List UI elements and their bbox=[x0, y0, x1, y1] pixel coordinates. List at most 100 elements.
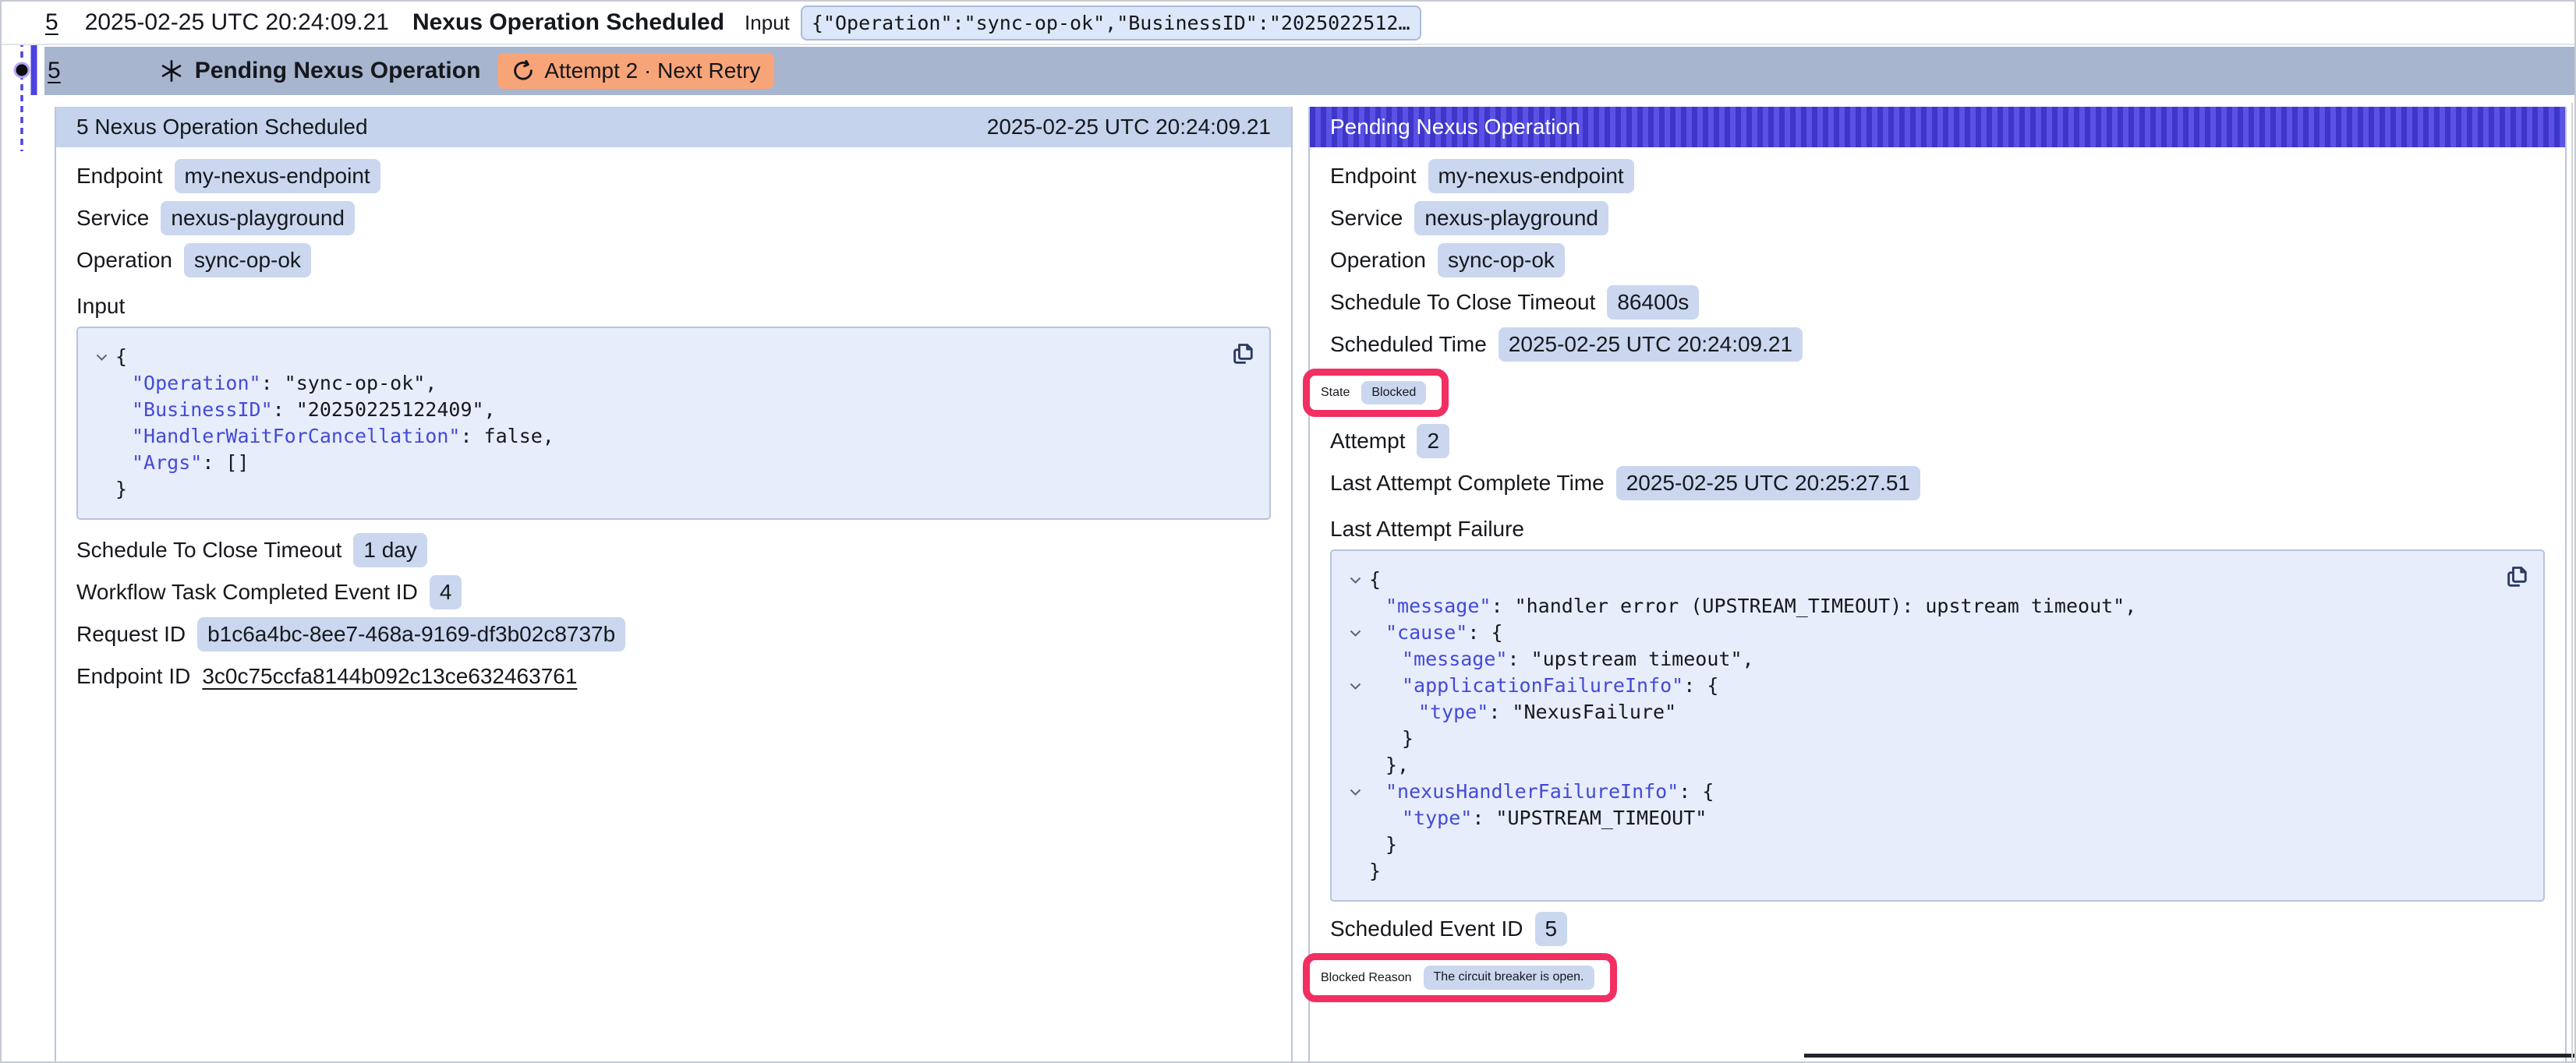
json-line: "type": "UPSTREAM_TIMEOUT" bbox=[1341, 805, 2496, 832]
json-line: "applicationFailureInfo": { bbox=[1341, 673, 2496, 699]
json-line-content: "BusinessID": "20250225122409", bbox=[115, 397, 496, 423]
field-value-operation: sync-op-ok bbox=[184, 243, 311, 277]
field-label-attempt: Attempt bbox=[1330, 429, 1405, 454]
event-input-preview-badge: {"Operation":"sync-op-ok","BusinessID":"… bbox=[801, 5, 1421, 41]
collapse-chevron-icon[interactable] bbox=[1341, 779, 1369, 805]
chevron-spacer bbox=[87, 476, 115, 503]
json-line: "nexusHandlerFailureInfo": { bbox=[1341, 779, 2496, 805]
field-row-operation: Operationsync-op-ok bbox=[76, 242, 1271, 278]
field-label-state: State bbox=[1321, 386, 1350, 400]
json-line: { bbox=[1341, 567, 2496, 593]
window-bottom-edge bbox=[1804, 1054, 2574, 1058]
json-line-content: "Args": [] bbox=[115, 450, 249, 476]
field-value-service: nexus-playground bbox=[161, 201, 355, 235]
field-value-state: Blocked bbox=[1361, 381, 1426, 404]
chevron-spacer bbox=[1341, 752, 1369, 779]
event-timestamp: 2025-02-25 UTC 20:24:09.21 bbox=[85, 9, 389, 36]
json-line: "message": "handler error (UPSTREAM_TIME… bbox=[1341, 593, 2496, 620]
field-row-endpoint-id: Endpoint ID 3c0c75ccfa8144b092c13ce632463… bbox=[76, 659, 1271, 694]
json-line-content: "nexusHandlerFailureInfo": { bbox=[1369, 779, 1714, 805]
highlight-annotation: Blocked Reason The circuit breaker is ope… bbox=[1303, 953, 1617, 1001]
right-panel-body: Endpointmy-nexus-endpoint Service nexus-pl… bbox=[1310, 147, 2565, 1002]
json-line-content: { bbox=[1369, 567, 1381, 593]
event-input-label: Input bbox=[745, 11, 790, 35]
json-line: "message": "upstream timeout", bbox=[1341, 646, 2496, 673]
field-label-service: Service bbox=[1330, 206, 1403, 231]
field-value-scheduled-event-id: 5 bbox=[1535, 912, 1568, 946]
left-panel-timestamp: 2025-02-25 UTC 20:24:09.21 bbox=[987, 115, 1271, 139]
json-line: "BusinessID": "20250225122409", bbox=[87, 397, 1223, 423]
field-row-attempt: Attempt 2 bbox=[1330, 423, 2545, 459]
field-value-request-id: b1c6a4bc-8ee7-468a-9169-df3b02c8737b bbox=[197, 617, 625, 652]
retry-attempt-badge: Attempt 2 · Next Retry bbox=[497, 53, 774, 89]
pending-nexus-operation-row[interactable]: 5 Pending Nexus Operation Attempt 2 · Ne… bbox=[44, 47, 2574, 95]
collapse-chevron-icon[interactable] bbox=[87, 344, 115, 370]
field-label-endpoint: Endpoint bbox=[76, 164, 163, 189]
timeline-selected-dot[interactable] bbox=[15, 63, 29, 77]
field-value-schedule-to-close-timeout: 1 day bbox=[353, 533, 427, 567]
scrollbar-track[interactable] bbox=[2571, 103, 2573, 1061]
json-line: } bbox=[1341, 832, 2496, 858]
chevron-spacer bbox=[1341, 593, 1369, 620]
collapse-chevron-icon[interactable] bbox=[1341, 620, 1369, 646]
chevron-spacer bbox=[87, 450, 115, 476]
field-row-request-id: Request ID b1c6a4bc-8ee7-468a-9169-df3b02… bbox=[76, 616, 1271, 652]
chevron-spacer bbox=[1341, 646, 1369, 673]
field-value-blocked-reason: The circuit breaker is open. bbox=[1424, 966, 1594, 989]
json-line-content: "message": "handler error (UPSTREAM_TIME… bbox=[1369, 593, 2136, 620]
json-line: "Operation": "sync-op-ok", bbox=[87, 370, 1223, 397]
json-line-content: } bbox=[1369, 858, 1381, 885]
field-row-service: Service nexus-playground bbox=[1330, 200, 2545, 236]
json-line-content: "applicationFailureInfo": { bbox=[1369, 673, 1718, 699]
field-value-endpoint-id[interactable]: 3c0c75ccfa8144b092c13ce632463761 bbox=[202, 664, 577, 689]
field-row-scheduled-time: Scheduled Time 2025-02-25 UTC 20:24:09.21 bbox=[1330, 327, 2545, 362]
field-label-request-id: Request ID bbox=[76, 622, 186, 647]
chevron-spacer bbox=[1341, 832, 1369, 858]
chevron-spacer bbox=[1341, 805, 1369, 832]
right-panel-header: Pending Nexus Operation bbox=[1310, 107, 2565, 147]
pending-event-id-link[interactable]: 5 bbox=[48, 58, 61, 84]
field-row-operation: Operationsync-op-ok bbox=[1330, 242, 2545, 278]
field-row-workflow-task-completed-event-id: Workflow Task Completed Event ID4 bbox=[76, 574, 1271, 610]
field-label-blocked-reason: Blocked Reason bbox=[1321, 971, 1412, 985]
field-label-schedule-to-close-timeout: Schedule To Close Timeout bbox=[1330, 290, 1595, 315]
field-value-service: nexus-playground bbox=[1414, 201, 1608, 235]
copy-icon[interactable] bbox=[2503, 562, 2531, 592]
highlight-annotation: State Blocked bbox=[1303, 369, 1449, 417]
chevron-spacer bbox=[87, 423, 115, 450]
last-attempt-failure-label: Last Attempt Failure bbox=[1330, 517, 2545, 542]
field-label-endpoint: Endpoint bbox=[1330, 164, 1417, 189]
left-panel-body: Endpoint my-nexus-endpoint Service nexus-pl… bbox=[56, 147, 1291, 694]
json-line: "Args": [] bbox=[87, 450, 1223, 476]
field-value-schedule-to-close-timeout: 86400s bbox=[1607, 285, 1699, 320]
field-row-service: Service nexus-playground bbox=[76, 200, 1271, 236]
json-line-content: }, bbox=[1369, 752, 1409, 779]
json-line-content: "HandlerWaitForCancellation": false, bbox=[115, 423, 554, 450]
right-panel-fields-top: Endpointmy-nexus-endpoint Service nexus-pl… bbox=[1330, 158, 2545, 501]
event-id-link[interactable]: 5 bbox=[45, 9, 58, 36]
chevron-spacer bbox=[1341, 858, 1369, 885]
json-line: "cause": { bbox=[1341, 620, 2496, 646]
field-label-scheduled-event-id: Scheduled Event ID bbox=[1330, 916, 1523, 941]
field-label-scheduled-time: Scheduled Time bbox=[1330, 332, 1487, 357]
field-value-attempt: 2 bbox=[1417, 424, 1449, 458]
collapse-chevron-icon[interactable] bbox=[1341, 567, 1369, 593]
right-panel-fields-bottom: Scheduled Event ID5Blocked ReasonThe cir… bbox=[1330, 911, 2545, 1001]
event-row-nexus-operation-scheduled[interactable]: 5 2025-02-25 UTC 20:24:09.21 Nexus Opera… bbox=[2, 2, 2574, 45]
field-row-endpoint: Endpointmy-nexus-endpoint bbox=[1330, 158, 2545, 194]
retry-badge-label: Attempt 2 · Next Retry bbox=[544, 58, 760, 83]
field-row-endpoint: Endpoint my-nexus-endpoint bbox=[76, 158, 1271, 194]
json-line-content: "type": "UPSTREAM_TIMEOUT" bbox=[1369, 805, 1707, 832]
collapse-chevron-icon[interactable] bbox=[1341, 673, 1369, 699]
left-panel-fields-bottom: Schedule To Close Timeout1 dayWorkflow T… bbox=[76, 532, 1271, 694]
field-label-last-attempt-complete-time: Last Attempt Complete Time bbox=[1330, 471, 1605, 496]
copy-icon[interactable] bbox=[1229, 339, 1257, 369]
left-panel-header: 5 Nexus Operation Scheduled 2025-02-25 U… bbox=[56, 107, 1291, 147]
event-detail-panel-scheduled: 5 Nexus Operation Scheduled 2025-02-25 U… bbox=[55, 107, 1293, 1061]
field-label-service: Service bbox=[76, 206, 149, 231]
json-line: } bbox=[1341, 858, 2496, 885]
field-value-endpoint: my-nexus-endpoint bbox=[175, 159, 380, 193]
field-label-endpoint-id: Endpoint ID bbox=[76, 664, 190, 689]
pending-event-title: Pending Nexus Operation bbox=[195, 58, 481, 84]
field-value-scheduled-time: 2025-02-25 UTC 20:24:09.21 bbox=[1499, 327, 1803, 362]
